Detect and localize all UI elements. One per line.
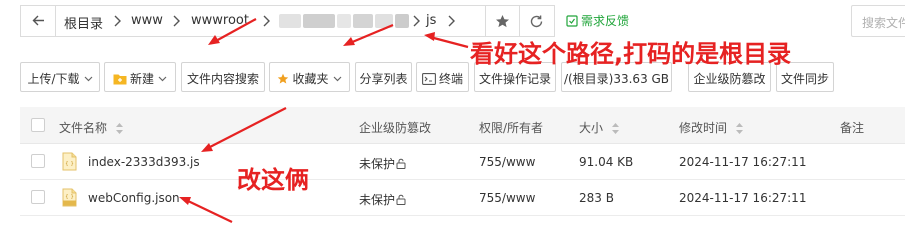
redacted-path-segment [375, 14, 393, 28]
column-header-perm: 权限/所有者 [479, 121, 544, 135]
annotation-path-note: 看好这个路径,打码的是根目录 [470, 40, 792, 68]
lock-icon [396, 194, 406, 205]
new-folder-icon [113, 74, 127, 85]
upload-download-label: 上传/下载 [27, 72, 80, 86]
select-all-checkbox[interactable] [31, 118, 45, 132]
redacted-path-segment [395, 14, 409, 28]
column-header-protect: 企业级防篡改 [359, 121, 432, 135]
content-search-label: 文件内容搜索 [186, 72, 259, 86]
row-checkbox[interactable] [31, 190, 45, 204]
tamper-protect-label: 企业级防篡改 [693, 72, 766, 86]
table-row[interactable]: { } webConfig.json 未保护 755/www 283 B 202… [20, 180, 905, 216]
chevron-down-icon [333, 76, 341, 82]
terminal-button[interactable]: 终端 [416, 62, 469, 92]
breadcrumb-root[interactable]: 根目录 [64, 13, 103, 32]
column-header-name[interactable]: 文件名称 [59, 119, 124, 136]
new-label: 新建 [129, 72, 154, 86]
disk-usage-label: /(根目录)33.63 GB [563, 72, 670, 86]
modified-time: 2024-11-17 16:27:11 [679, 155, 807, 169]
arrow-left-icon [32, 15, 44, 26]
favorites-label: 收藏夹 [292, 72, 329, 86]
js-file-icon: { } [62, 152, 77, 171]
redacted-path-segment [279, 14, 301, 28]
search-input[interactable]: 搜索文件 [851, 5, 905, 37]
column-header-mtime-label: 修改时间 [679, 121, 728, 135]
table-row[interactable]: { } index-2333d393.js 未保护 755/www 91.04 … [20, 144, 905, 180]
chevron-right-icon [171, 12, 183, 30]
column-header-name-label: 文件名称 [59, 121, 108, 135]
favorite-path-button[interactable] [485, 6, 518, 36]
chevron-right-icon [411, 12, 423, 30]
column-header-note: 备注 [840, 121, 865, 135]
chevron-right-icon [112, 12, 124, 30]
sort-icon [736, 123, 744, 134]
star-icon [278, 73, 289, 84]
breadcrumb-www[interactable]: www [131, 13, 163, 28]
svg-text:{ }: { } [65, 194, 74, 200]
file-name-link[interactable]: webConfig.json [88, 191, 180, 205]
modified-time: 2024-11-17 16:27:11 [679, 191, 807, 205]
redacted-path-segment [303, 14, 335, 28]
new-button[interactable]: 新建 [104, 62, 176, 92]
permission-owner[interactable]: 755/www [479, 155, 535, 169]
permission-owner[interactable]: 755/www [479, 191, 535, 205]
refresh-button[interactable] [519, 6, 552, 36]
content-search-button[interactable]: 文件内容搜索 [181, 62, 265, 92]
feedback-link[interactable]: 需求反馈 [566, 12, 629, 29]
sort-icon [116, 123, 124, 134]
star-icon [496, 15, 509, 28]
protect-status-label: 未保护 [359, 193, 396, 207]
share-list-label: 分享列表 [359, 72, 408, 86]
annotation-files-note: 改这俩 [237, 166, 309, 194]
sort-icon [612, 123, 620, 134]
chevron-down-icon [158, 76, 167, 82]
file-sync-label: 文件同步 [780, 72, 829, 86]
favorites-button[interactable]: 收藏夹 [269, 62, 350, 92]
protect-status[interactable]: 未保护 [359, 191, 406, 208]
lock-icon [396, 158, 406, 169]
share-list-button[interactable]: 分享列表 [355, 62, 412, 92]
row-checkbox[interactable] [31, 154, 45, 168]
column-header-size-label: 大小 [579, 121, 604, 135]
operation-log-label: 文件操作记录 [478, 72, 551, 86]
chevron-right-icon [261, 12, 273, 30]
redacted-path-segment [353, 14, 373, 28]
svg-text:{ }: { } [65, 161, 74, 167]
file-table-header: 文件名称 企业级防篡改 权限/所有者 大小 修改时间 备注 [20, 107, 905, 144]
column-header-mtime[interactable]: 修改时间 [679, 119, 744, 136]
file-size: 283 B [579, 191, 614, 205]
protect-status[interactable]: 未保护 [359, 155, 406, 172]
address-bar[interactable]: 根目录 www wwwroot js [20, 5, 555, 37]
terminal-label: 终端 [438, 72, 463, 86]
breadcrumb-js[interactable]: js [426, 13, 436, 28]
file-size: 91.04 KB [579, 155, 634, 169]
feedback-label: 需求反馈 [581, 14, 630, 28]
back-button[interactable] [21, 6, 56, 36]
breadcrumb-wwwroot[interactable]: wwwroot [191, 13, 249, 28]
file-name-link[interactable]: index-2333d393.js [88, 155, 200, 169]
terminal-icon [422, 73, 436, 85]
column-header-size[interactable]: 大小 [579, 119, 620, 136]
chevron-down-icon [84, 76, 92, 82]
redacted-path-segment [337, 14, 351, 28]
json-file-icon: { } [62, 188, 77, 207]
refresh-icon [530, 15, 543, 28]
chevron-right-icon [446, 12, 458, 30]
upload-download-button[interactable]: 上传/下载 [20, 62, 100, 92]
feedback-icon [566, 15, 578, 27]
protect-status-label: 未保护 [359, 157, 396, 171]
